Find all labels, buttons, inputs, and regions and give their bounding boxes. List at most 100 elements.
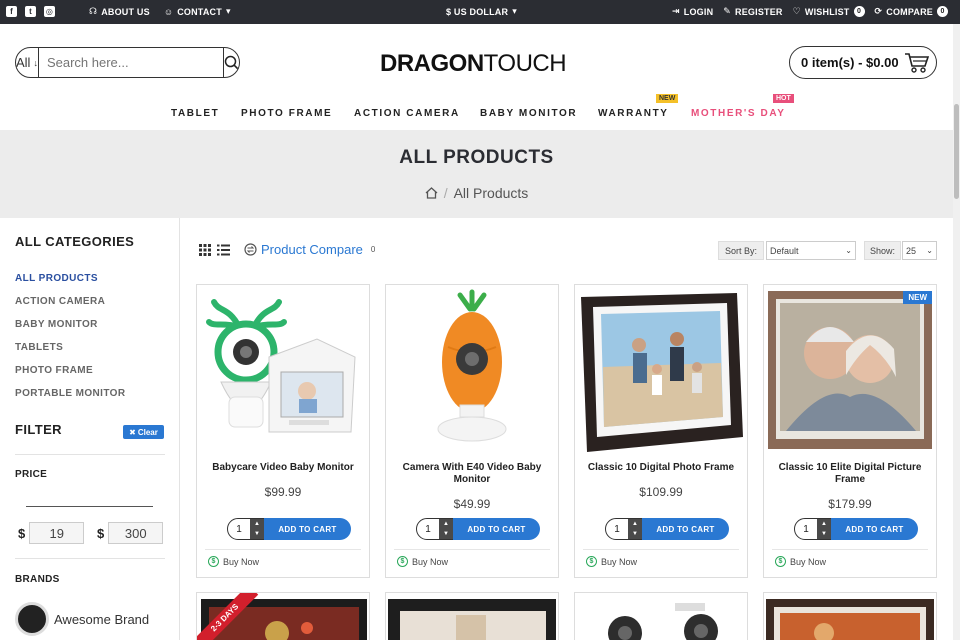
search-category-select[interactable]: All ↓ xyxy=(16,48,39,77)
facebook-icon[interactable]: f xyxy=(6,6,17,17)
category-portable-monitor[interactable]: PORTABLE MONITOR xyxy=(15,388,125,399)
product-name[interactable]: Camera With E40 Video Baby Monitor xyxy=(394,462,550,486)
caret-down-icon[interactable]: ▼ xyxy=(821,531,827,537)
quantity-value[interactable]: 1 xyxy=(795,524,817,535)
quantity-arrows[interactable]: ▲ ▼ xyxy=(439,519,453,539)
search-button[interactable] xyxy=(222,48,239,77)
quantity-stepper[interactable]: 1 ▲ ▼ xyxy=(227,518,265,540)
categories-title: ALL CATEGORIES xyxy=(15,234,135,249)
product-image[interactable] xyxy=(766,287,934,452)
twitter-icon[interactable]: t xyxy=(25,6,36,17)
product-image[interactable] xyxy=(764,593,937,640)
quantity-value[interactable]: 1 xyxy=(417,524,439,535)
breadcrumb-current[interactable]: All Products xyxy=(454,185,529,201)
social-links: f t ◎ xyxy=(6,6,55,17)
quantity-stepper[interactable]: 1 ▲ ▼ xyxy=(605,518,643,540)
home-icon[interactable] xyxy=(425,187,438,199)
quantity-value[interactable]: 1 xyxy=(606,524,628,535)
nav-item-photo-frame[interactable]: PHOTO FRAME xyxy=(241,108,332,119)
product-name[interactable]: Babycare Video Baby Monitor xyxy=(205,462,361,474)
search-input[interactable] xyxy=(38,48,223,77)
clear-filter-button[interactable]: ✖ Clear xyxy=(123,425,164,439)
add-to-cart-button[interactable]: ADD TO CART xyxy=(642,518,729,540)
site-logo[interactable]: DRAGONTOUCH xyxy=(380,50,567,78)
caret-down-icon[interactable]: ▼ xyxy=(632,531,638,537)
product-card[interactable] xyxy=(385,592,559,640)
buy-now-link[interactable]: $ Buy Now xyxy=(586,556,637,567)
product-name[interactable]: Classic 10 Digital Photo Frame xyxy=(583,462,739,474)
category-tablets[interactable]: TABLETS xyxy=(15,342,63,353)
show-select[interactable]: 25 ⌄ xyxy=(902,241,937,260)
nav-item-tablet[interactable]: TABLET xyxy=(171,108,219,119)
caret-up-icon[interactable]: ▲ xyxy=(632,521,638,527)
product-card[interactable]: 2-3 DAYS xyxy=(196,592,370,640)
price-slider[interactable] xyxy=(26,506,153,507)
wishlist-link[interactable]: ♡ WISHLIST 0 xyxy=(793,6,865,17)
caret-up-icon[interactable]: ▲ xyxy=(443,521,449,527)
price-min-input[interactable]: 19 xyxy=(29,522,85,544)
category-photo-frame[interactable]: PHOTO FRAME xyxy=(15,365,93,376)
add-to-cart-button[interactable]: ADD TO CART xyxy=(453,518,540,540)
caret-up-icon[interactable]: ▲ xyxy=(821,521,827,527)
compare-count: 0 xyxy=(937,6,948,17)
search-box: All ↓ xyxy=(15,47,240,78)
price-max-input[interactable]: 300 xyxy=(108,522,164,544)
nav-item-baby-monitor[interactable]: BABY MONITOR xyxy=(480,108,577,119)
category-baby-monitor[interactable]: BABY MONITOR xyxy=(15,319,98,330)
caret-down-icon[interactable]: ▼ xyxy=(254,531,260,537)
sort-label: Sort By: xyxy=(718,241,765,260)
nav-item-warranty[interactable]: WARRANTY xyxy=(598,108,669,119)
product-card[interactable]: Camera With E40 Video Baby Monitor $49.9… xyxy=(385,284,559,578)
caret-down-icon[interactable]: ▼ xyxy=(443,531,449,537)
quantity-value[interactable]: 1 xyxy=(228,524,250,535)
buy-now-link[interactable]: $ Buy Now xyxy=(775,556,826,567)
add-to-cart-button[interactable]: ADD TO CART xyxy=(264,518,351,540)
register-link[interactable]: ✎ REGISTER xyxy=(723,6,782,17)
product-name[interactable]: Classic 10 Elite Digital Picture Frame xyxy=(772,462,928,486)
product-image[interactable] xyxy=(577,287,745,452)
product-card[interactable] xyxy=(574,592,748,640)
about-us-link[interactable]: ☊ ABOUT US xyxy=(89,6,150,17)
grid-view-icon[interactable] xyxy=(199,244,211,256)
quantity-arrows[interactable]: ▲ ▼ xyxy=(250,519,264,539)
buy-now-link[interactable]: $ Buy Now xyxy=(397,556,448,567)
product-card[interactable]: Babycare Video Baby Monitor $99.99 1 ▲ ▼ … xyxy=(196,284,370,578)
buy-now-link[interactable]: $ Buy Now xyxy=(208,556,259,567)
product-compare-link[interactable]: Product Compare 0 xyxy=(244,242,375,257)
product-card[interactable] xyxy=(763,592,937,640)
caret-up-icon[interactable]: ▲ xyxy=(254,521,260,527)
nav-item-action-camera[interactable]: ACTION CAMERA xyxy=(354,108,460,119)
new-badge: NEW xyxy=(903,291,932,304)
product-image[interactable] xyxy=(386,593,559,640)
page-scrollbar[interactable] xyxy=(953,24,960,640)
nav-item-mothers-day[interactable]: MOTHER'S DAY xyxy=(691,108,786,119)
cart-button[interactable]: 0 item(s) - $0.00 xyxy=(789,46,937,79)
product-card[interactable]: NEW Classic 10 Elite Digital Picture Fra… xyxy=(763,284,937,578)
product-price: $49.99 xyxy=(453,497,491,511)
product-image[interactable] xyxy=(388,287,556,452)
product-image[interactable] xyxy=(575,593,748,640)
brand-item[interactable]: Awesome Brand xyxy=(15,602,149,636)
dollar-icon: $ xyxy=(208,556,219,567)
close-circle-icon: ✖ xyxy=(129,427,136,437)
quantity-stepper[interactable]: 1 ▲ ▼ xyxy=(794,518,832,540)
quantity-arrows[interactable]: ▲ ▼ xyxy=(817,519,831,539)
currency-selector[interactable]: $ US DOLLAR ▾ xyxy=(446,6,517,17)
list-view-icon[interactable] xyxy=(217,244,230,256)
login-icon: ⇥ xyxy=(672,6,680,16)
contact-link[interactable]: ☺ CONTACT ▾ xyxy=(164,6,231,17)
sort-select[interactable]: Default ⌄ xyxy=(766,241,856,260)
category-action-camera[interactable]: ACTION CAMERA xyxy=(15,296,105,307)
scrollbar-thumb[interactable] xyxy=(954,104,959,199)
add-to-cart-button[interactable]: ADD TO CART xyxy=(831,518,918,540)
product-card[interactable]: Classic 10 Digital Photo Frame $109.99 1… xyxy=(574,284,748,578)
login-link[interactable]: ⇥ LOGIN xyxy=(672,6,713,17)
compare-link[interactable]: ⟳ COMPARE 0 xyxy=(875,6,948,17)
category-all-products[interactable]: ALL PRODUCTS xyxy=(15,273,98,284)
quantity-arrows[interactable]: ▲ ▼ xyxy=(628,519,642,539)
quantity-stepper[interactable]: 1 ▲ ▼ xyxy=(416,518,454,540)
product-image[interactable] xyxy=(199,287,367,452)
divider xyxy=(583,549,739,550)
divider xyxy=(772,549,928,550)
instagram-icon[interactable]: ◎ xyxy=(44,6,55,17)
